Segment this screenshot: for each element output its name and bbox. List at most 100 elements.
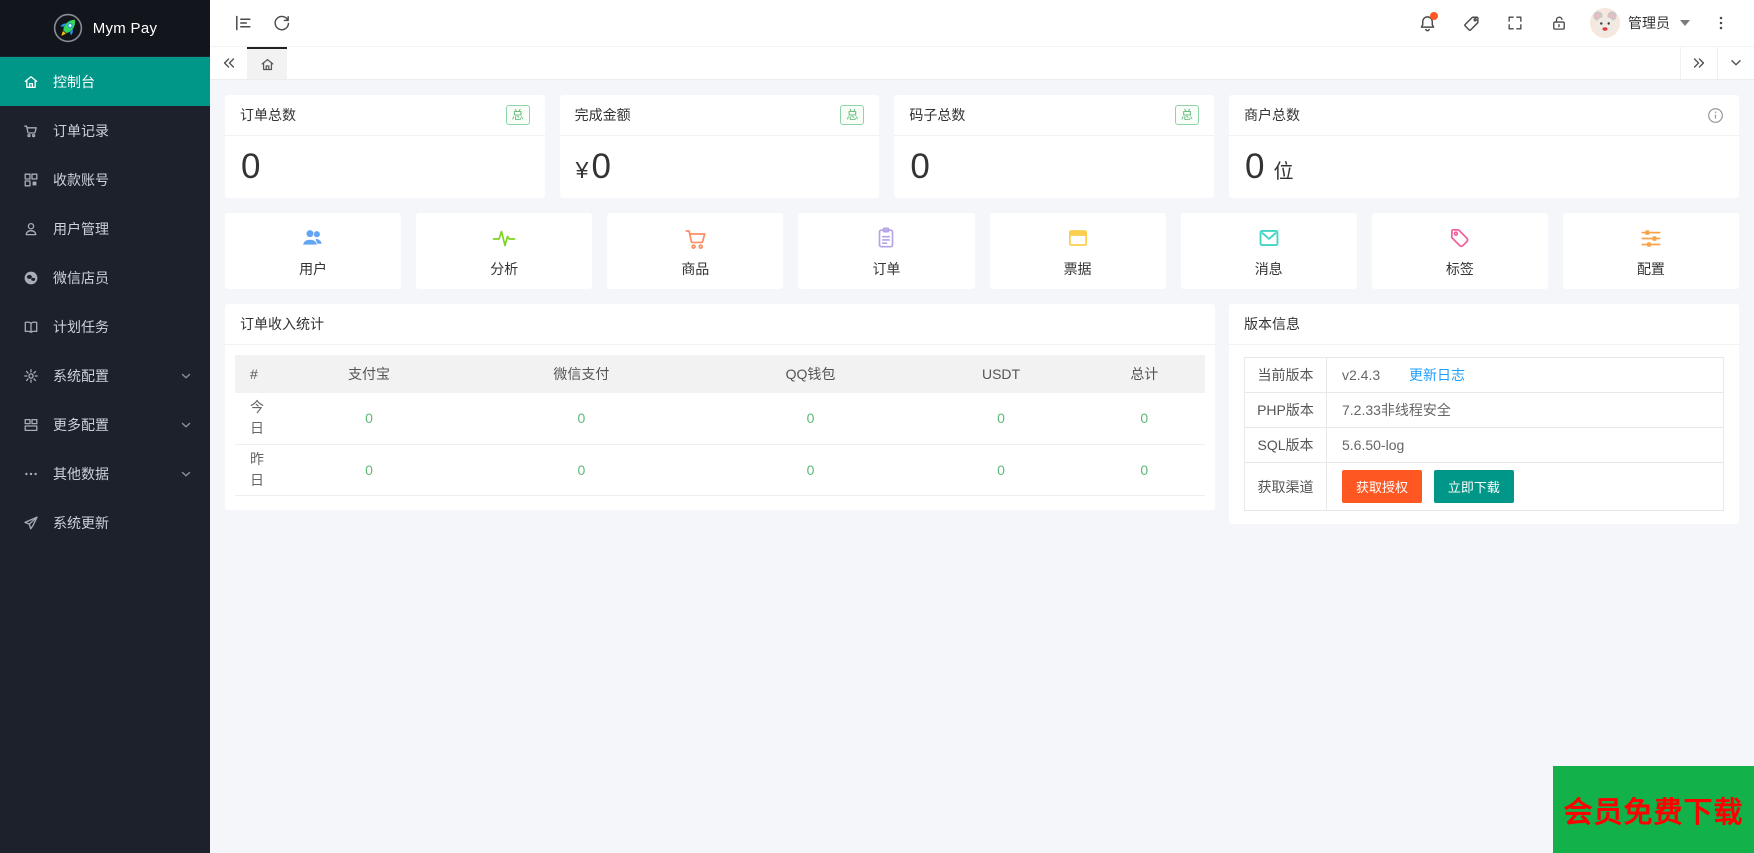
shortcut-label: 配置 [1637,259,1665,279]
sidebar-menu: 控制台 订单记录 收款账号 用户管理 [0,56,210,547]
sidebar-item-label: 其他数据 [53,464,109,484]
sidebar-item-system-config[interactable]: 系统配置 [0,351,210,400]
user-menu[interactable]: 管理员 [1584,8,1696,38]
cell-value: 0 [460,444,703,495]
column-header: 支付宝 [278,355,460,393]
sidebar-item-label: 更多配置 [53,415,109,435]
sql-version-value: 5.6.50-log [1327,428,1724,463]
collapse-sidebar-button[interactable] [224,4,262,42]
get-license-button[interactable]: 获取授权 [1342,470,1422,503]
tab-home[interactable] [247,47,287,79]
tabs-scroll-left-button[interactable] [210,47,247,79]
wechat-icon [23,270,39,286]
table-row-today: 今日 0 0 0 0 0 [235,393,1205,444]
row-label: 今日 [235,393,278,444]
column-header: 总计 [1084,355,1205,393]
notifications-button[interactable] [1408,4,1446,42]
column-header: 微信支付 [460,355,703,393]
caret-down-icon [1680,20,1690,26]
shortcut-users[interactable]: 用户 [225,213,401,289]
current-version-value: v2.4.3 [1342,367,1380,383]
sidebar-item-other-data[interactable]: 其他数据 [0,449,210,498]
layout-grid-icon [23,417,39,433]
shortcut-orders[interactable]: 订单 [798,213,974,289]
member-download-banner[interactable]: 会员免费下载 [1553,766,1754,853]
more-options-button[interactable] [1702,4,1740,42]
table-row-yesterday: 昨日 0 0 0 0 0 [235,444,1205,495]
book-icon [23,319,39,335]
app-logo[interactable]: Mym Pay [0,0,210,56]
sidebar-item-system-update[interactable]: 系统更新 [0,498,210,547]
cell-value: 0 [703,444,919,495]
sidebar-item-label: 收款账号 [53,170,109,190]
tab-bar-controls [1680,47,1754,79]
php-version-value: 7.2.33非线程安全 [1327,393,1724,428]
currency-symbol: ¥ [576,157,589,184]
notification-badge-dot [1430,12,1438,20]
main-area: 管理员 [210,0,1754,853]
shortcut-analytics[interactable]: 分析 [416,213,592,289]
shortcut-tags[interactable]: 标签 [1372,213,1548,289]
sidebar-item-users[interactable]: 用户管理 [0,204,210,253]
stat-title: 订单总数 [240,105,296,125]
shortcut-label: 用户 [299,259,327,279]
shortcut-tickets[interactable]: 票据 [990,213,1166,289]
shortcut-label: 标签 [1446,259,1474,279]
total-badge: 总 [1175,105,1199,125]
shortcut-settings[interactable]: 配置 [1563,213,1739,289]
shortcut-messages[interactable]: 消息 [1181,213,1357,289]
tabs-scroll-right-button[interactable] [1680,47,1717,79]
sidebar-item-cron-tasks[interactable]: 计划任务 [0,302,210,351]
chevron-down-icon [180,370,192,382]
column-header: # [235,355,278,393]
username-label: 管理员 [1628,13,1670,33]
refresh-button[interactable] [262,4,300,42]
sidebar-item-dashboard[interactable]: 控制台 [0,57,210,106]
cell-value: 0 [703,393,919,444]
stat-card-total-codes: 码子总数 总 0 [894,95,1214,198]
bottom-row: 订单收入统计 # 支付宝 微信支付 QQ钱包 USDT 总计 [225,304,1739,524]
info-icon[interactable] [1707,107,1724,124]
version-label: 获取渠道 [1245,463,1327,511]
version-row-php: PHP版本 7.2.33非线程安全 [1245,393,1724,428]
tag-button[interactable] [1452,4,1490,42]
collapse-menu-icon [233,13,253,33]
pulse-icon [490,224,518,252]
sidebar-item-orders[interactable]: 订单记录 [0,106,210,155]
users-icon [299,224,327,252]
version-label: 当前版本 [1245,358,1327,393]
tabs-menu-button[interactable] [1717,47,1754,79]
download-now-button[interactable]: 立即下载 [1434,470,1514,503]
tab-bar [210,47,1754,80]
version-table: 当前版本 v2.4.3 更新日志 PHP版本 7.2.33非线程安全 [1244,357,1724,511]
sidebar-item-accounts[interactable]: 收款账号 [0,155,210,204]
version-panel-title: 版本信息 [1229,304,1739,345]
cell-value: 0 [1084,444,1205,495]
shortcut-products[interactable]: 商品 [607,213,783,289]
income-table-header-row: # 支付宝 微信支付 QQ钱包 USDT 总计 [235,355,1205,393]
sidebar-item-more-config[interactable]: 更多配置 [0,400,210,449]
mail-icon [1256,224,1282,252]
income-table: # 支付宝 微信支付 QQ钱包 USDT 总计 今日 [235,355,1205,496]
rocket-logo-icon [53,13,83,43]
fullscreen-button[interactable] [1496,4,1534,42]
stat-unit: 位 [1273,155,1293,184]
chevron-down-icon [180,419,192,431]
cell-value: 0 [918,393,1083,444]
sidebar-item-wechat-staff[interactable]: 微信店员 [0,253,210,302]
changelog-link[interactable]: 更新日志 [1409,367,1465,383]
sidebar-item-label: 订单记录 [53,121,109,141]
version-row-current: 当前版本 v2.4.3 更新日志 [1245,358,1724,393]
shortcut-label: 分析 [490,259,518,279]
lock-screen-button[interactable] [1540,4,1578,42]
sidebar: Mym Pay 控制台 订单记录 收款账号 [0,0,210,853]
cart-icon [23,123,39,139]
shortcut-label: 消息 [1255,259,1283,279]
stat-value: 0 [1245,136,1264,198]
home-icon [23,74,39,90]
version-row-channel: 获取渠道 获取授权 立即下载 [1245,463,1724,511]
stat-title: 完成金额 [575,105,631,125]
sidebar-item-label: 系统配置 [53,366,109,386]
cell-value: 0 [1084,393,1205,444]
app-title: Mym Pay [93,20,158,37]
